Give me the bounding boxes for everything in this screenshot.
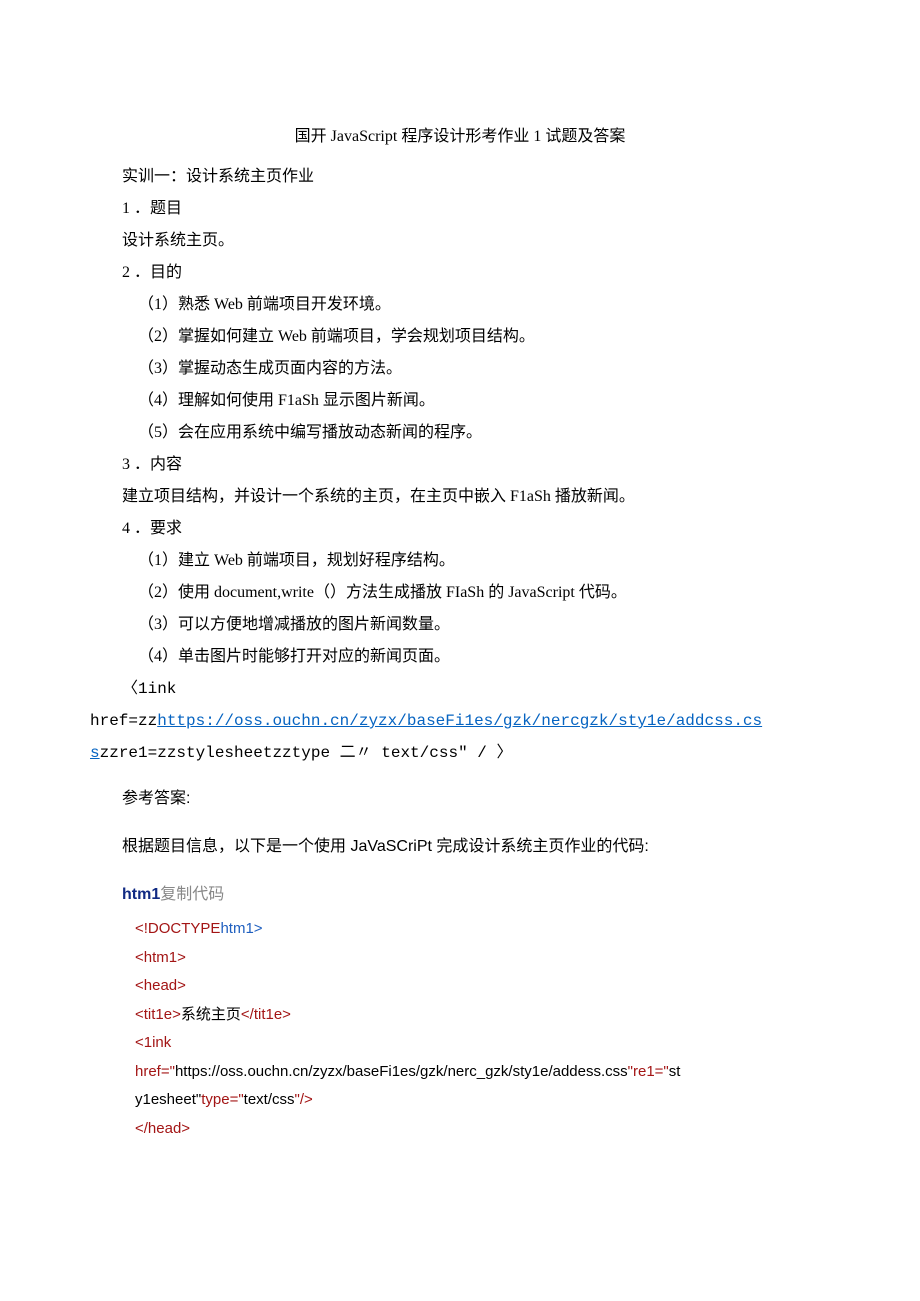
page-title: 国开 JavaScript 程序设计形考作业 1 试题及答案	[90, 121, 830, 153]
code-line: <!DOCTYPEhtm1>	[135, 915, 830, 944]
code-line: href="https://oss.ouchn.cn/zyzx/baseFi1e…	[135, 1058, 830, 1087]
section-4-item: （3）可以方便地增减播放的图片新闻数量。	[90, 609, 830, 641]
type-url-value: text/css	[244, 1091, 295, 1108]
document-page: 国开 JavaScript 程序设计形考作业 1 试题及答案 实训一：设计系统主…	[0, 0, 920, 1203]
code-line: y1esheet"type="text/css"/>	[135, 1086, 830, 1115]
section-3-heading: 3 ．内容	[90, 449, 830, 481]
link-self-close: "/>	[295, 1091, 313, 1108]
rel-value-part2: y1esheet"	[135, 1091, 201, 1108]
section-2-item: （4）理解如何使用 F1aSh 显示图片新闻。	[90, 385, 830, 417]
title-open-tag: <tit1e>	[135, 1006, 181, 1023]
href-attr: href="	[135, 1063, 175, 1080]
doctype-tag: <!DOCTYPE	[135, 920, 220, 937]
head-close-tag: </head>	[135, 1120, 190, 1137]
code-block-header: htm1复制代码	[90, 879, 830, 911]
code-line: <htm1>	[135, 944, 830, 973]
section-2-item: （5）会在应用系统中编写播放动态新闻的程序。	[90, 417, 830, 449]
section-4-item: （1）建立 Web 前端项目，规划好程序结构。	[90, 545, 830, 577]
head-open-tag: <head>	[135, 977, 186, 994]
code-lang-label: htm1	[122, 886, 160, 903]
rel-value: stylesheet	[176, 744, 272, 762]
html-open-tag: <htm1>	[135, 949, 186, 966]
z-marker: zz	[272, 744, 291, 762]
link-href-line: href=zzhttps://oss.ouchn.cn/zyzx/baseFi1…	[90, 705, 830, 737]
section-2-item: （3）掌握动态生成页面内容的方法。	[90, 353, 830, 385]
section-1-heading: 1 ．题目	[90, 193, 830, 225]
code-line: <tit1e>系统主页</tit1e>	[135, 1001, 830, 1030]
link-tag-open: 〈1ink	[90, 673, 830, 705]
section-heading-shixun: 实训一：设计系统主页作业	[90, 161, 830, 193]
link-open-tag: <1ink	[135, 1034, 171, 1051]
section-3-body: 建立项目结构，并设计一个系统的主页，在主页中嵌入 F1aSh 播放新闻。	[90, 481, 830, 513]
section-2-item: （1）熟悉 Web 前端项目开发环境。	[90, 289, 830, 321]
rel-attr: "re1="	[628, 1063, 669, 1080]
type-attr: type="	[201, 1091, 243, 1108]
type-fragment: type 二〃 text/css" / 〉	[292, 744, 513, 762]
title-text: 系统主页	[181, 1006, 241, 1023]
answer-label: 参考答案:	[90, 783, 830, 815]
code-line: <1ink	[135, 1029, 830, 1058]
answer-intro: 根据题目信息，以下是一个使用 JaVaSCriPt 完成设计系统主页作业的代码:	[90, 831, 830, 863]
section-2-item: （2）掌握如何建立 Web 前端项目，学会规划项目结构。	[90, 321, 830, 353]
stylesheet-url-part1[interactable]: https://oss.ouchn.cn/zyzx/baseFi1es/gzk/…	[157, 712, 762, 730]
href-url-part1: https://oss.ouchn.cn/zyzx/baseFi1es/gzk/…	[175, 1063, 628, 1080]
z-marker: zz	[100, 744, 119, 762]
rel-value-part1: st	[669, 1063, 681, 1080]
z-marker: zz	[138, 712, 157, 730]
code-block: <!DOCTYPEhtm1> <htm1> <head> <tit1e>系统主页…	[90, 915, 830, 1143]
doctype-value: htm1>	[220, 920, 262, 937]
section-1-body: 设计系统主页。	[90, 225, 830, 257]
copy-code-label[interactable]: 复制代码	[160, 886, 224, 903]
link-href-line-2: szzre1=zzstylesheetzztype 二〃 text/css" /…	[90, 737, 830, 769]
section-4-heading: 4 ．要求	[90, 513, 830, 545]
section-4-item: （2）使用 document,write（）方法生成播放 FIaSh 的 Jav…	[90, 577, 830, 609]
section-2-heading: 2 ．目的	[90, 257, 830, 289]
section-4-item: （4）单击图片时能够打开对应的新闻页面。	[90, 641, 830, 673]
code-line: <head>	[135, 972, 830, 1001]
stylesheet-url-part2[interactable]: s	[90, 744, 100, 762]
rel-label: re1=	[119, 744, 157, 762]
code-line: </head>	[135, 1115, 830, 1144]
href-prefix: href=	[90, 712, 138, 730]
z-marker: zz	[157, 744, 176, 762]
title-close-tag: </tit1e>	[241, 1006, 291, 1023]
